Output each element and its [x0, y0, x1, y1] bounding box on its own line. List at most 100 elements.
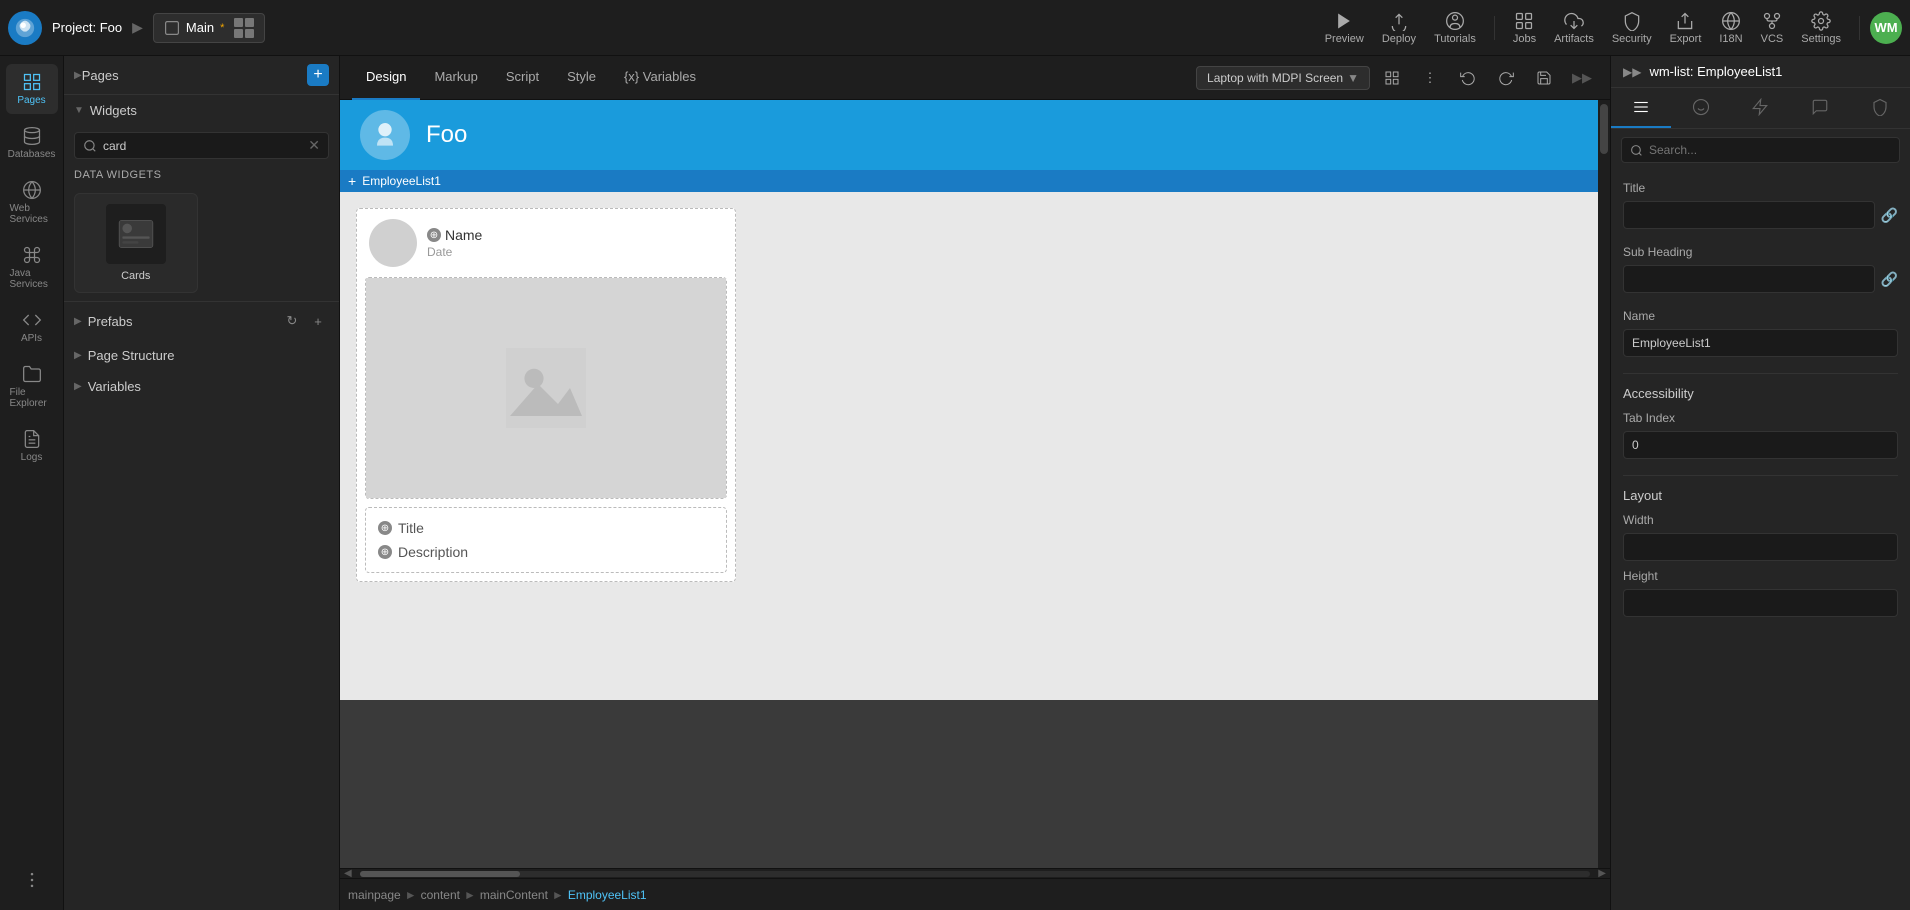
tab-markup[interactable]: Markup [420, 56, 491, 100]
project-label: Project: Foo [52, 20, 122, 35]
tab-style[interactable]: Style [553, 56, 610, 100]
scrollbar-thumb-h [360, 871, 520, 877]
i18n-button[interactable]: I18N [1711, 7, 1750, 49]
widget-search-input[interactable] [103, 139, 302, 153]
breadcrumb-sep1: ► [405, 888, 417, 902]
export-button[interactable]: Export [1662, 7, 1710, 49]
variables-section[interactable]: ▶ Variables [64, 371, 339, 402]
tab-styles[interactable] [1671, 88, 1731, 128]
redo-button[interactable] [1490, 62, 1522, 94]
vcs-button[interactable]: VCS [1753, 7, 1792, 49]
refresh-prefabs-button[interactable]: ↻ [281, 310, 303, 332]
tab-variables[interactable]: {x} Variables [610, 56, 710, 100]
app-logo[interactable] [8, 11, 42, 45]
widgets-section-header[interactable]: ▼ Widgets [64, 95, 339, 126]
tutorials-button[interactable]: Tutorials [1426, 7, 1484, 49]
toolbar-right: Laptop with MDPI Screen ▼ ⋮ ▶▶ [1196, 62, 1598, 94]
breadcrumb-maincontent[interactable]: mainContent [480, 888, 548, 902]
breadcrumb-content[interactable]: content [421, 888, 460, 902]
layout-icon-button[interactable] [1376, 62, 1408, 94]
top-actions-right: Jobs Artifacts Security Export I18N VCS … [1505, 7, 1849, 49]
canvas-app-title: Foo [426, 121, 467, 149]
prop-group-name: Name [1623, 309, 1898, 357]
canvas-app-logo [360, 110, 410, 160]
undo-button[interactable] [1452, 62, 1484, 94]
sidebar-item-pages[interactable]: Pages [6, 64, 58, 114]
sidebar-item-web-services[interactable]: Web Services [6, 172, 58, 233]
tab-index-input-row [1623, 431, 1898, 459]
tab-security-right[interactable] [1850, 88, 1910, 128]
canvas-selection-bar[interactable]: + EmployeeList1 [340, 170, 1610, 192]
canvas-scrollbar-vertical[interactable] [1598, 100, 1610, 868]
user-avatar[interactable]: WM [1870, 12, 1902, 44]
width-input[interactable] [1623, 533, 1898, 561]
deploy-button[interactable]: Deploy [1374, 7, 1424, 49]
sidebar-item-apis[interactable]: APIs [6, 302, 58, 352]
tab-script[interactable]: Script [492, 56, 553, 100]
sidebar-item-more[interactable] [6, 862, 58, 898]
accessibility-section-title: Accessibility [1623, 386, 1898, 401]
name-binding-icon [427, 228, 441, 242]
right-panel-component-title: wm-list: EmployeeList1 [1649, 64, 1782, 79]
more-options-button[interactable]: ⋮ [1414, 62, 1446, 94]
cards-widget[interactable]: Cards [74, 193, 198, 293]
right-panel: ▶▶ wm-list: EmployeeList1 [1610, 56, 1910, 910]
expand-right-button[interactable]: ▶▶ [1566, 62, 1598, 94]
title-input[interactable] [1623, 201, 1875, 229]
pages-chevron: ▶ [74, 70, 82, 81]
right-search-input[interactable] [1649, 143, 1891, 157]
prop-group-layout: Layout Width Height [1623, 488, 1898, 617]
right-panel-content: Title 🔗 Sub Heading 🔗 Name [1611, 171, 1910, 910]
breadcrumb-mainpage[interactable]: mainpage [348, 888, 401, 902]
subheading-input[interactable] [1623, 265, 1875, 293]
subheading-link-icon[interactable]: 🔗 [1881, 271, 1898, 288]
tab-accessibility[interactable] [1790, 88, 1850, 128]
jobs-button[interactable]: Jobs [1505, 7, 1544, 49]
sidebar-item-databases[interactable]: Databases [6, 118, 58, 168]
title-input-row: 🔗 [1623, 201, 1898, 229]
cards-widget-icon [106, 204, 166, 264]
add-page-button[interactable]: + [307, 64, 329, 86]
prop-divider-2 [1623, 475, 1898, 476]
description-binding-icon [378, 545, 392, 559]
sidebar-item-java-services[interactable]: Java Services [6, 237, 58, 298]
artifacts-button[interactable]: Artifacts [1546, 7, 1602, 49]
right-panel-collapse-btn[interactable]: ▶▶ [1623, 65, 1641, 79]
prefabs-section[interactable]: ▶ Prefabs ↻ + [64, 302, 339, 340]
name-input[interactable] [1623, 329, 1898, 357]
expand-arrow[interactable]: ▶ [132, 19, 143, 36]
add-prefab-button[interactable]: + [307, 310, 329, 332]
sidebar-databases-label: Databases [8, 149, 56, 160]
topbar: Project: Foo ▶ Main * Preview Deploy Tut… [0, 0, 1910, 56]
screen-dropdown[interactable]: Laptop with MDPI Screen ▼ [1196, 66, 1370, 90]
security-button[interactable]: Security [1604, 7, 1660, 49]
height-input[interactable] [1623, 589, 1898, 617]
page-structure-chevron: ▶ [74, 350, 82, 361]
main-tab[interactable]: Main * [153, 13, 265, 43]
sidebar-item-file-explorer[interactable]: File Explorer [6, 356, 58, 417]
tab-properties[interactable] [1611, 88, 1671, 128]
scrollbar-thumb-vertical [1600, 104, 1608, 154]
sep1 [1494, 16, 1495, 40]
tab-index-input[interactable] [1623, 431, 1898, 459]
card-title-field: Title [378, 520, 714, 536]
sidebar-javaservices-label: Java Services [10, 268, 54, 290]
prefabs-title: Prefabs [88, 314, 275, 329]
breadcrumb-employeelist1[interactable]: EmployeeList1 [568, 888, 647, 902]
cards-widget-label: Cards [121, 270, 150, 282]
settings-button[interactable]: Settings [1793, 7, 1849, 49]
data-widgets-label: Data widgets [64, 165, 339, 185]
canvas-scrollbar-horizontal[interactable]: ◀ ▶ [340, 868, 1610, 878]
prefabs-chevron: ▶ [74, 316, 82, 327]
pages-section-header[interactable]: ▶ Pages + [64, 56, 339, 94]
tab-design[interactable]: Design [352, 56, 420, 100]
card-widget[interactable]: Name Date [356, 208, 736, 582]
sidebar-item-logs[interactable]: Logs [6, 421, 58, 471]
save-button[interactable] [1528, 62, 1560, 94]
tab-events[interactable] [1731, 88, 1791, 128]
canvas-scroll[interactable]: Foo + EmployeeList1 [340, 100, 1610, 868]
preview-button[interactable]: Preview [1317, 7, 1372, 49]
page-structure-section[interactable]: ▶ Page Structure [64, 340, 339, 371]
search-clear-button[interactable]: ✕ [308, 137, 320, 154]
title-link-icon[interactable]: 🔗 [1881, 207, 1898, 224]
